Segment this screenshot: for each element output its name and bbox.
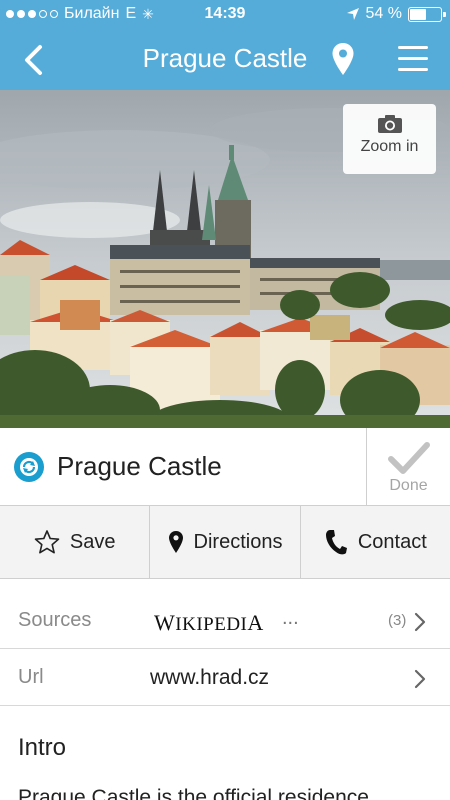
url-label: Url (18, 666, 44, 688)
action-bar: Save Directions Contact (0, 506, 450, 579)
intro-heading: Intro (18, 734, 67, 761)
battery-icon (408, 6, 446, 22)
contact-label: Contact (357, 530, 427, 553)
save-label: Save (69, 530, 116, 553)
map-pin-icon (168, 531, 183, 553)
contact-button[interactable]: Contact (301, 506, 450, 578)
status-right: 54 % (346, 5, 446, 23)
battery-percent: 54 % (365, 5, 402, 22)
nav-bar: Prague Castle (0, 30, 450, 90)
sources-count: (3) (388, 612, 407, 629)
intro-text: Prague Castle is the official residence (18, 786, 369, 800)
page-title: Prague Castle (142, 43, 308, 73)
done-label: Done (389, 477, 428, 494)
url-row[interactable]: Url www.hrad.cz (0, 650, 450, 706)
chevron-right-icon (414, 612, 426, 632)
sync-icon (14, 452, 44, 482)
place-header: Prague Castle Done (0, 428, 450, 506)
location-arrow-icon (346, 8, 359, 20)
directions-button[interactable]: Directions (150, 506, 301, 578)
star-outline-icon (34, 530, 60, 554)
zoom-in-button[interactable]: Zoom in (343, 104, 436, 174)
phone-icon (325, 530, 347, 555)
place-title: Prague Castle (57, 451, 222, 481)
sources-row[interactable]: Sources WIKIPEDIA ... (3) (0, 593, 450, 649)
sources-label: Sources (18, 609, 92, 631)
status-bar: Билайн E ✳ 14:39 54 % (0, 0, 450, 30)
map-pin-icon[interactable] (331, 42, 355, 76)
zoom-in-label: Zoom in (360, 138, 419, 155)
checkmark-icon (387, 442, 430, 474)
more-sources-ellipsis: ... (282, 607, 299, 629)
url-value[interactable]: www.hrad.cz (150, 666, 269, 690)
done-button[interactable]: Done (366, 428, 450, 505)
camera-icon (377, 115, 402, 133)
hamburger-menu-icon[interactable] (398, 46, 428, 72)
wikipedia-logo: WIKIPEDIA (154, 610, 264, 635)
directions-label: Directions (193, 530, 283, 553)
chevron-right-icon (414, 669, 426, 689)
save-button[interactable]: Save (0, 506, 151, 578)
